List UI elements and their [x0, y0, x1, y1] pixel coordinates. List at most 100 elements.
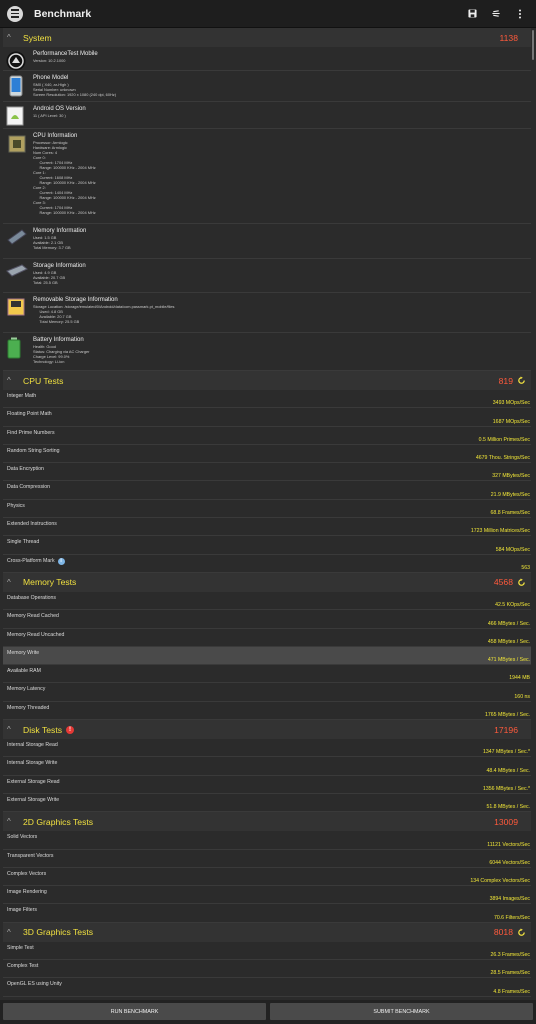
test-row-floating-point-math[interactable]: Floating Point Math 1687 MOps/Sec	[3, 408, 531, 427]
test-row-image-rendering[interactable]: Image Rendering 3894 Images/Sec	[3, 886, 531, 905]
test-row-available-ram[interactable]: Available RAM 1944 MB	[3, 665, 531, 684]
test-value: 584 MOps/Sec	[495, 546, 530, 553]
test-row-cross-platform-mark[interactable]: Cross-Platform Mark i 563	[3, 555, 531, 573]
menu-icon[interactable]	[7, 5, 23, 22]
test-row-internal-storage-write[interactable]: Internal Storage Write 48.4 MBytes / Sec.	[3, 757, 531, 776]
sys-line: Screen Resolution: 1920 x 1080 (240 dpi,…	[33, 92, 117, 97]
test-value: 1723 Million Matrices/Sec	[470, 528, 530, 535]
sys-title: Battery Information	[33, 337, 84, 343]
test-name: Floating Point Math	[7, 411, 52, 418]
section-title: System	[23, 32, 52, 43]
test-row-data-encryption[interactable]: Data Encryption 327 MBytes/Sec	[3, 463, 531, 482]
test-name: Database Operations	[7, 594, 57, 601]
section-cpu-tests[interactable]: ^ CPU Tests 819	[3, 371, 531, 390]
passmark-logo-icon	[6, 51, 26, 71]
section-score: 819	[498, 375, 513, 386]
test-name: Complex Test	[7, 963, 39, 970]
save-icon[interactable]	[466, 8, 478, 20]
chevron-up-icon: ^	[7, 33, 11, 42]
test-value: 458 MBytes / Sec.	[487, 638, 530, 645]
sys-title: Phone Model	[33, 75, 69, 81]
sys-title: CPU Information	[33, 133, 78, 139]
test-row-external-storage-write[interactable]: External Storage Write 51.8 MBytes / Sec.	[3, 794, 531, 813]
test-row-integer-math[interactable]: Integer Math 3493 MOps/Sec	[3, 390, 531, 409]
run-benchmark-button[interactable]: RUN BENCHMARK	[3, 1003, 266, 1020]
test-name: Available RAM	[7, 668, 41, 675]
results-list[interactable]: ^ System 1138 PerformanceTest Mobile Ver…	[3, 28, 531, 1000]
sys-line: Range: 100000 KHz - 2004 MHz	[33, 210, 96, 215]
warning-icon[interactable]: !	[66, 725, 74, 734]
section-system[interactable]: ^ System 1138	[3, 28, 531, 47]
test-row-physics[interactable]: Physics 68.8 Frames/Sec	[3, 500, 531, 519]
sys-row-phone-model: Phone Model SM0 ( X40, ar-High ) Serial …	[3, 71, 531, 102]
compare-icon[interactable]	[490, 8, 502, 20]
test-value: 28.5 Frames/Sec	[490, 970, 531, 977]
section-title: Memory Tests	[23, 577, 77, 588]
test-value: 3493 MOps/Sec	[492, 400, 530, 407]
test-value: 0.5 Million Primes/Sec	[478, 436, 530, 443]
test-value: 471 MBytes / Sec.	[487, 657, 530, 664]
test-row-transparent-vectors[interactable]: Transparent Vectors 6044 Vectors/Sec	[3, 850, 531, 868]
sys-row-android-version: Android OS Version 11 ( API Level: 30 )	[3, 102, 531, 129]
test-name: Cross-Platform Mark	[7, 557, 55, 564]
test-row-memory-read-cached[interactable]: Memory Read Cached 466 MBytes / Sec.	[3, 610, 531, 629]
rerun-icon[interactable]	[517, 928, 526, 937]
app-title: Benchmark	[34, 7, 92, 20]
test-name: Simple Test	[7, 944, 34, 951]
test-value: 3894 Images/Sec	[489, 896, 530, 903]
test-value: 327 MBytes/Sec	[492, 473, 530, 480]
test-row-image-filters[interactable]: Image Filters 70.6 Filters/Sec	[3, 904, 531, 923]
test-name: Transparent Vectors	[7, 852, 54, 859]
test-value: 48.4 MBytes / Sec.	[486, 767, 530, 774]
test-row-data-compression[interactable]: Data Compression 21.9 MBytes/Sec	[3, 481, 531, 500]
rerun-icon[interactable]	[517, 376, 526, 385]
test-row-memory-write[interactable]: Memory Write 471 MBytes / Sec.	[3, 646, 531, 666]
test-name: Random String Sorting	[7, 447, 60, 454]
test-row-memory-latency[interactable]: Memory Latency 160 ns	[3, 683, 531, 702]
info-icon[interactable]: i	[57, 557, 65, 565]
test-value: 1765 MBytes / Sec.	[485, 712, 530, 719]
test-value: 21.9 MBytes/Sec	[490, 491, 530, 498]
section-disk-tests[interactable]: ^ Disk Tests ! 17196	[3, 720, 531, 740]
section-memory-tests[interactable]: ^ Memory Tests 4568	[3, 572, 531, 592]
section-score: 13009	[494, 816, 518, 827]
test-row-simple-test[interactable]: Simple Test 26.3 Frames/Sec	[3, 942, 531, 961]
test-name: Internal Storage Read	[7, 742, 58, 749]
section-title: 2D Graphics Tests	[23, 816, 94, 827]
test-row-single-thread[interactable]: Single Thread 584 MOps/Sec	[3, 536, 531, 555]
test-name: OpenGL ES using Unity	[7, 981, 62, 988]
bottom-action-bar: RUN BENCHMARK SUBMIT BENCHMARK	[0, 1000, 536, 1024]
sys-line: Total Memory: 25.5 GB	[33, 319, 80, 324]
test-row-opengl-es-unity[interactable]: OpenGL ES using Unity 4.8 Frames/Sec	[3, 978, 531, 997]
test-value: 160 ns	[514, 693, 530, 700]
section-2d-graphics-tests[interactable]: ^ 2D Graphics Tests 13009	[3, 812, 531, 832]
sys-line: Version: 10.2.1000	[33, 58, 66, 63]
test-name: Image Rendering	[7, 889, 47, 896]
test-row-complex-vectors[interactable]: Complex Vectors 134 Complex Vectors/Sec	[3, 868, 531, 887]
test-value: 4.8 Frames/Sec	[493, 988, 530, 995]
scrollbar[interactable]	[532, 30, 534, 60]
rerun-icon[interactable]	[517, 578, 526, 587]
sd-card-icon	[6, 297, 26, 317]
test-row-complex-test[interactable]: Complex Test 28.5 Frames/Sec	[3, 960, 531, 979]
test-row-database-operations[interactable]: Database Operations 42.5 KOps/Sec	[3, 592, 531, 611]
phone-icon	[6, 75, 26, 97]
test-row-find-prime-numbers[interactable]: Find Prime Numbers 0.5 Million Primes/Sec	[3, 427, 531, 445]
more-options-icon[interactable]	[514, 8, 526, 20]
test-name: Data Compression	[7, 484, 50, 491]
test-row-random-string-sorting[interactable]: Random String Sorting 4679 Thou. Strings/…	[3, 445, 531, 464]
test-row-internal-storage-read[interactable]: Internal Storage Read 1347 MBytes / Sec.*	[3, 739, 531, 758]
test-value: 563	[521, 564, 530, 571]
test-name: Memory Threaded	[7, 704, 50, 711]
section-3d-graphics-tests[interactable]: ^ 3D Graphics Tests 8018	[3, 922, 531, 942]
test-row-extended-instructions[interactable]: Extended Instructions 1723 Million Matric…	[3, 518, 531, 537]
test-row-external-storage-read[interactable]: External Storage Read 1356 MBytes / Sec.*	[3, 776, 531, 794]
submit-benchmark-button[interactable]: SUBMIT BENCHMARK	[270, 1003, 533, 1020]
section-score: 4568	[493, 577, 513, 588]
sys-title: Removable Storage Information	[33, 297, 118, 303]
test-row-memory-read-uncached[interactable]: Memory Read Uncached 458 MBytes / Sec.	[3, 629, 531, 647]
android-icon	[6, 106, 26, 126]
test-row-memory-threaded[interactable]: Memory Threaded 1765 MBytes / Sec.	[3, 702, 531, 721]
test-row-solid-vectors[interactable]: Solid Vectors 11121 Vectors/Sec	[3, 831, 531, 850]
sys-line: 11 ( API Level: 30 )	[33, 113, 66, 118]
